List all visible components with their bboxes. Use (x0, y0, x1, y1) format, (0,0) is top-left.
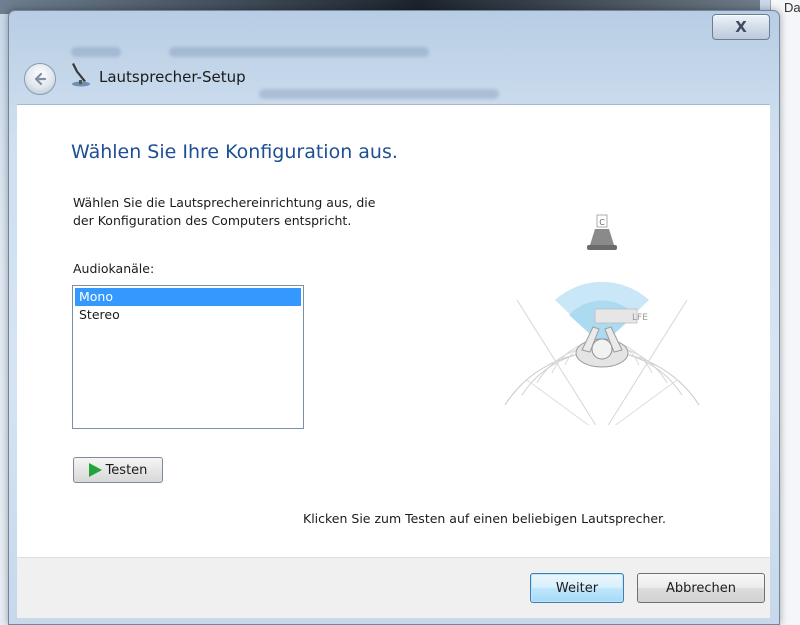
center-speaker-label: C (599, 218, 605, 227)
description: Wählen Sie die Lautsprechereinrichtung a… (73, 194, 453, 230)
close-icon: X (735, 18, 747, 36)
audio-channels-list[interactable]: Mono Stereo (72, 285, 304, 429)
back-button[interactable] (24, 63, 56, 95)
back-arrow-icon (34, 72, 47, 86)
play-icon (88, 463, 102, 477)
cancel-button[interactable]: Abbrechen (637, 573, 765, 603)
blurred-background-text (169, 47, 429, 57)
background-window-text: Dat (784, 0, 800, 15)
close-button[interactable]: X (712, 14, 770, 40)
page-heading: Wählen Sie Ihre Konfiguration aus. (71, 141, 398, 163)
window-title: Lautsprecher-Setup (99, 68, 246, 86)
subwoofer-label: LFE (632, 313, 648, 323)
description-line: Wählen Sie die Lautsprechereinrichtung a… (73, 195, 376, 210)
description-line: der Konfiguration des Computers entspric… (73, 213, 352, 228)
audio-channels-label: Audiokanäle: (73, 261, 155, 276)
speaker-diagram: C LFE (504, 214, 700, 425)
blurred-background-text (259, 89, 499, 99)
test-hint: Klicken Sie zum Testen auf einen beliebi… (303, 511, 667, 526)
subwoofer[interactable] (594, 308, 638, 324)
test-button-label: Testen (105, 462, 148, 478)
next-button[interactable]: Weiter (530, 573, 624, 603)
microphone-speaker-icon (72, 63, 90, 87)
blurred-background-text (71, 47, 121, 57)
list-item-stereo[interactable]: Stereo (75, 306, 301, 324)
list-item-mono[interactable]: Mono (75, 288, 301, 306)
test-button[interactable]: Testen (73, 457, 163, 483)
dialog-footer: Weiter Abbrechen (17, 557, 770, 618)
content-panel: Wählen Sie Ihre Konfiguration aus. Wähle… (17, 104, 770, 558)
center-speaker[interactable] (587, 245, 617, 250)
